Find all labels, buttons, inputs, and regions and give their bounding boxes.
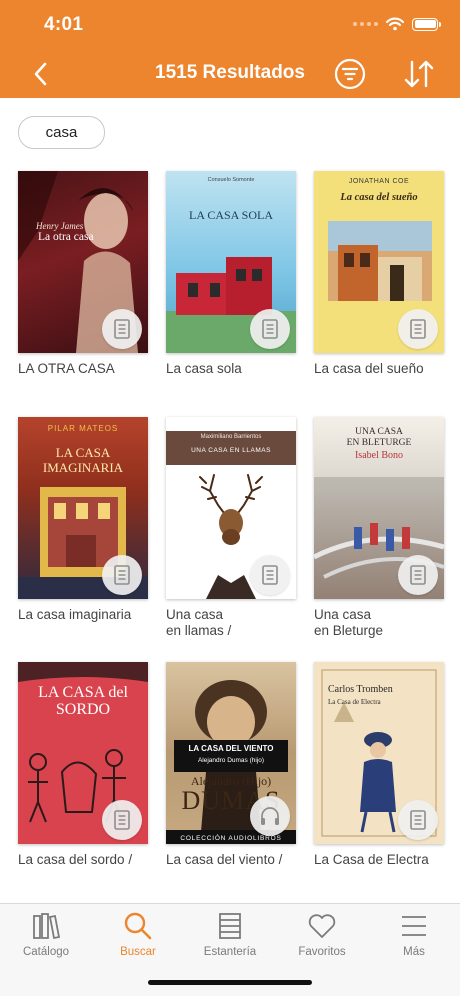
cover-title: La otra casa — [38, 231, 94, 243]
cover-author: Henry James — [36, 221, 84, 231]
home-indicator — [148, 980, 312, 985]
cover-title: UNA CASA EN LLAMAS — [191, 447, 271, 454]
document-icon — [410, 565, 426, 585]
book-cover[interactable]: Consuelo Somonte LA CASA SOLA — [166, 171, 296, 353]
app-header: 4:01 1515 Resultados — [0, 0, 460, 98]
format-badge — [102, 309, 142, 349]
filter-icon — [334, 58, 366, 90]
menu-icon — [402, 916, 426, 936]
book-cover[interactable]: Carlos Tromben La Casa de Electra — [314, 662, 444, 844]
book-cover[interactable]: Henry James La otra casa — [18, 171, 148, 353]
cover-subtitle: Alejandro Dumas (hijo) — [197, 757, 265, 764]
cover-title: LA CASA SOLA — [188, 208, 274, 222]
tab-label: Buscar — [120, 946, 156, 958]
cover-title: LA CASA IMAGINARIA — [42, 445, 124, 475]
format-badge — [102, 800, 142, 840]
tab-label: Estantería — [203, 946, 257, 958]
filter-button[interactable] — [334, 58, 366, 90]
book-cover[interactable]: PILAR MATEOS LA CASA IMAGINARIA — [18, 417, 148, 599]
cover-author: JONATHAN COE — [348, 178, 410, 185]
tab-label: Catálogo — [22, 946, 70, 958]
tab-favoritos[interactable]: Favoritos — [276, 912, 368, 958]
cover-title: LA CASA DEL VIENTO — [188, 744, 274, 753]
format-badge — [398, 800, 438, 840]
cover-collection: COLECCIÓN AUDIOLIBROS — [180, 835, 282, 842]
document-icon — [114, 319, 130, 339]
book-cover[interactable]: LA CASA del SORDO — [18, 662, 148, 844]
book-title[interactable]: La casa del sordo / — [18, 852, 158, 868]
document-icon — [410, 319, 426, 339]
book-title[interactable]: Una casa en Bleturge — [314, 607, 454, 639]
status-time: 4:01 — [44, 14, 84, 35]
tab-label: Favoritos — [298, 946, 346, 958]
cover-author: Carlos Tromben — [328, 684, 393, 695]
book-title[interactable]: La casa del sueño — [314, 361, 454, 377]
format-badge — [250, 796, 290, 836]
format-badge — [102, 555, 142, 595]
heart-icon — [308, 914, 336, 938]
book-cover[interactable]: Maximiliano Barrientos UNA CASA EN LLAMA… — [166, 417, 296, 599]
document-icon — [262, 319, 278, 339]
battery-icon — [412, 17, 441, 31]
sort-button[interactable] — [402, 58, 436, 90]
cover-author: Consuelo Somonte — [207, 177, 255, 183]
document-icon — [114, 810, 130, 830]
search-icon — [124, 912, 152, 940]
book-cover[interactable]: UNA CASA EN BLETURGE Isabel Bono — [314, 417, 444, 599]
document-icon — [410, 810, 426, 830]
cover-author: Isabel Bono — [354, 450, 404, 461]
signal-icon — [353, 22, 378, 26]
cover-title-line2: EN BLETURGE — [346, 438, 412, 448]
book-title[interactable]: La casa sola — [166, 361, 306, 377]
tab-buscar[interactable]: Buscar — [92, 912, 184, 958]
format-badge — [250, 309, 290, 349]
cover-title-line1: UNA CASA — [355, 427, 403, 437]
book-title[interactable]: LA OTRA CASA — [18, 361, 158, 377]
book-title[interactable]: La casa del viento / — [166, 852, 306, 868]
document-icon — [262, 565, 278, 585]
book-title[interactable]: La casa imaginaria — [18, 607, 158, 623]
format-badge — [250, 555, 290, 595]
books-icon — [33, 913, 61, 940]
cover-title: La casa del sueño — [340, 192, 418, 203]
tab-mas[interactable]: Más — [368, 912, 460, 958]
search-term-chip[interactable]: casa — [18, 116, 105, 149]
document-icon — [114, 565, 130, 585]
headphones-icon — [261, 807, 279, 825]
wifi-icon — [386, 17, 404, 31]
page-title: 1515 Resultados — [155, 62, 305, 83]
book-title[interactable]: La Casa de Electra — [314, 852, 454, 868]
sort-arrows-icon — [404, 60, 434, 88]
cover-title: LA CASA del SORDO — [38, 684, 128, 718]
shelf-icon — [219, 913, 241, 939]
cover-author: Maximiliano Barrientos — [200, 434, 262, 440]
cover-author: PILAR MATEOS — [47, 424, 119, 433]
tab-label: Más — [403, 946, 425, 958]
status-indicators — [353, 16, 441, 32]
format-badge — [398, 555, 438, 595]
book-cover[interactable]: JONATHAN COE La casa del sueño — [314, 171, 444, 353]
tab-estanteria[interactable]: Estantería — [184, 912, 276, 958]
book-title[interactable]: Una casa en llamas / — [166, 607, 306, 639]
format-badge — [398, 309, 438, 349]
book-cover[interactable]: LA CASA DEL VIENTO Alejandro Dumas (hijo… — [166, 662, 296, 844]
tab-catalogo[interactable]: Catálogo — [0, 912, 92, 958]
cover-title: La Casa de Electra — [328, 698, 381, 706]
